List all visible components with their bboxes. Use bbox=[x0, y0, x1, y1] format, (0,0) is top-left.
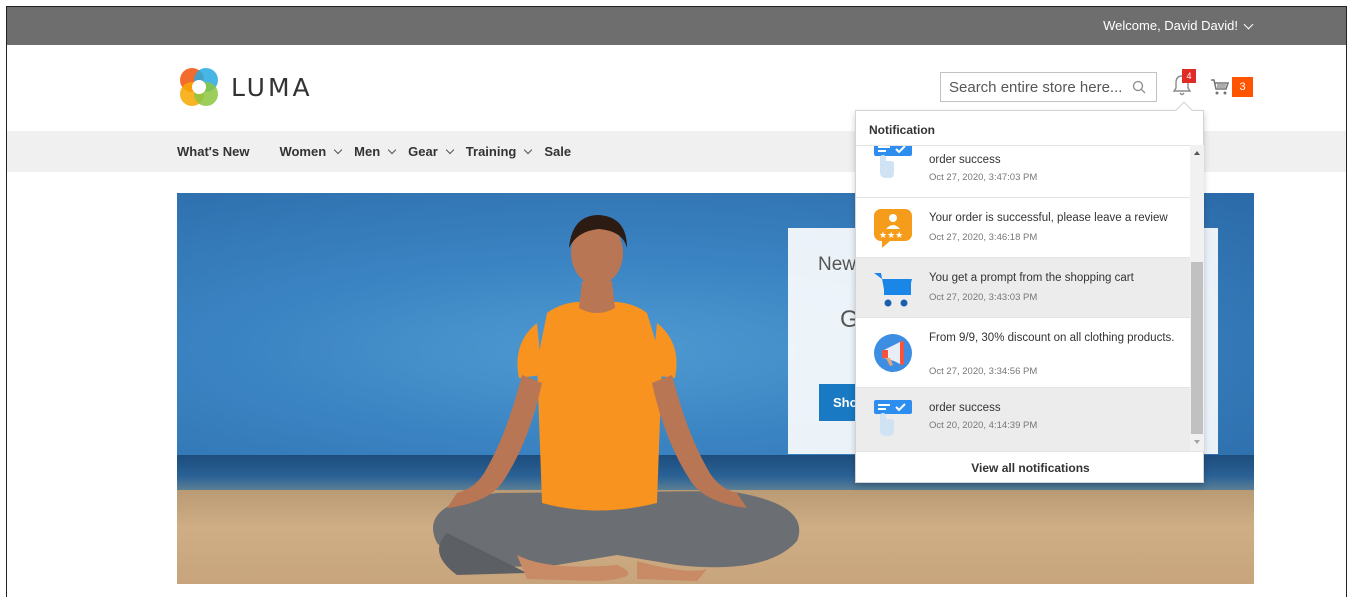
welcome-text: Welcome, David David! bbox=[1103, 18, 1238, 33]
notification-list: order success Oct 27, 2020, 3:47:03 PM ★… bbox=[856, 145, 1190, 451]
logo-text: LUMA bbox=[231, 72, 313, 102]
notification-message: Your order is successful, please leave a… bbox=[929, 212, 1168, 224]
review-icon: ★★★ bbox=[874, 209, 912, 248]
notification-scrollbar[interactable] bbox=[1190, 145, 1204, 451]
yoga-woman-image bbox=[433, 215, 800, 581]
notification-time: Oct 27, 2020, 3:47:03 PM bbox=[929, 172, 1038, 183]
notification-time: Oct 27, 2020, 3:34:56 PM bbox=[929, 366, 1038, 377]
svg-text:★★★: ★★★ bbox=[879, 231, 903, 241]
nav-item-label: What's New bbox=[177, 144, 250, 159]
view-all-notifications-link[interactable]: View all notifications bbox=[856, 451, 1205, 483]
nav-item-gear[interactable]: Gear bbox=[408, 144, 455, 159]
notification-item[interactable]: From 9/9, 30% discount on all clothing p… bbox=[856, 318, 1190, 388]
order-icon bbox=[874, 146, 912, 178]
notification-item[interactable]: You get a prompt from the shopping cart … bbox=[856, 258, 1190, 318]
search-icon[interactable] bbox=[1132, 80, 1146, 94]
notification-message: From 9/9, 30% discount on all clothing p… bbox=[929, 332, 1175, 344]
search-placeholder: Search entire store here... bbox=[949, 78, 1123, 96]
page-frame: Welcome, David David! LUMA Search entire… bbox=[6, 6, 1347, 597]
scroll-thumb[interactable] bbox=[1191, 262, 1203, 434]
cart-count-badge: 3 bbox=[1232, 77, 1253, 97]
scroll-down-arrow-icon[interactable] bbox=[1194, 440, 1200, 444]
notification-time: Oct 27, 2020, 3:43:03 PM bbox=[929, 292, 1038, 303]
megaphone-icon bbox=[874, 334, 912, 372]
notification-dropdown: Notification order success Oct 27, 2020,… bbox=[855, 101, 1205, 483]
top-bar: Welcome, David David! bbox=[7, 7, 1346, 45]
chevron-down-icon bbox=[333, 145, 343, 154]
search-input[interactable]: Search entire store here... bbox=[940, 72, 1157, 102]
notification-item[interactable]: order success Oct 20, 2020, 4:14:39 PM bbox=[856, 388, 1190, 451]
notification-item[interactable]: ★★★ Your order is successful, please lea… bbox=[856, 198, 1190, 258]
nav-item-whats-new[interactable]: What's New bbox=[177, 144, 249, 159]
nav-item-label: Men bbox=[354, 144, 381, 159]
chevron-down-icon bbox=[524, 145, 533, 154]
scroll-up-arrow-icon[interactable] bbox=[1194, 151, 1200, 155]
luma-logo-icon bbox=[180, 68, 218, 106]
notification-count-badge: 4 bbox=[1182, 69, 1196, 83]
customer-menu[interactable]: Welcome, David David! bbox=[1103, 18, 1254, 33]
cart-icon bbox=[874, 273, 912, 307]
notification-time: Oct 27, 2020, 3:46:18 PM bbox=[929, 232, 1038, 243]
promo-title: New bbox=[818, 254, 857, 275]
nav-item-label: Training bbox=[465, 144, 517, 159]
nav-item-sale[interactable]: Sale bbox=[544, 144, 571, 159]
notification-message: order success bbox=[929, 402, 1001, 414]
nav-item-label: Women bbox=[279, 144, 327, 159]
nav-item-training[interactable]: Training bbox=[465, 144, 533, 159]
chevron-down-icon bbox=[1243, 19, 1254, 29]
notification-message: You get a prompt from the shopping cart bbox=[929, 272, 1134, 284]
chevron-down-icon bbox=[387, 145, 397, 154]
nav-item-label: Sale bbox=[544, 144, 572, 159]
nav-item-women[interactable]: Women bbox=[279, 144, 343, 159]
nav-item-men[interactable]: Men bbox=[354, 144, 397, 159]
notification-time: Oct 20, 2020, 4:14:39 PM bbox=[929, 420, 1038, 431]
nav-item-label: Gear bbox=[408, 144, 438, 159]
chevron-down-icon bbox=[445, 145, 455, 154]
notification-message: order success bbox=[929, 154, 1001, 166]
logo[interactable]: LUMA bbox=[177, 65, 313, 109]
cart-icon[interactable] bbox=[1210, 78, 1230, 96]
order-icon bbox=[874, 400, 912, 436]
notification-item[interactable]: order success Oct 27, 2020, 3:47:03 PM bbox=[856, 146, 1190, 198]
notification-title: Notification bbox=[869, 123, 935, 137]
